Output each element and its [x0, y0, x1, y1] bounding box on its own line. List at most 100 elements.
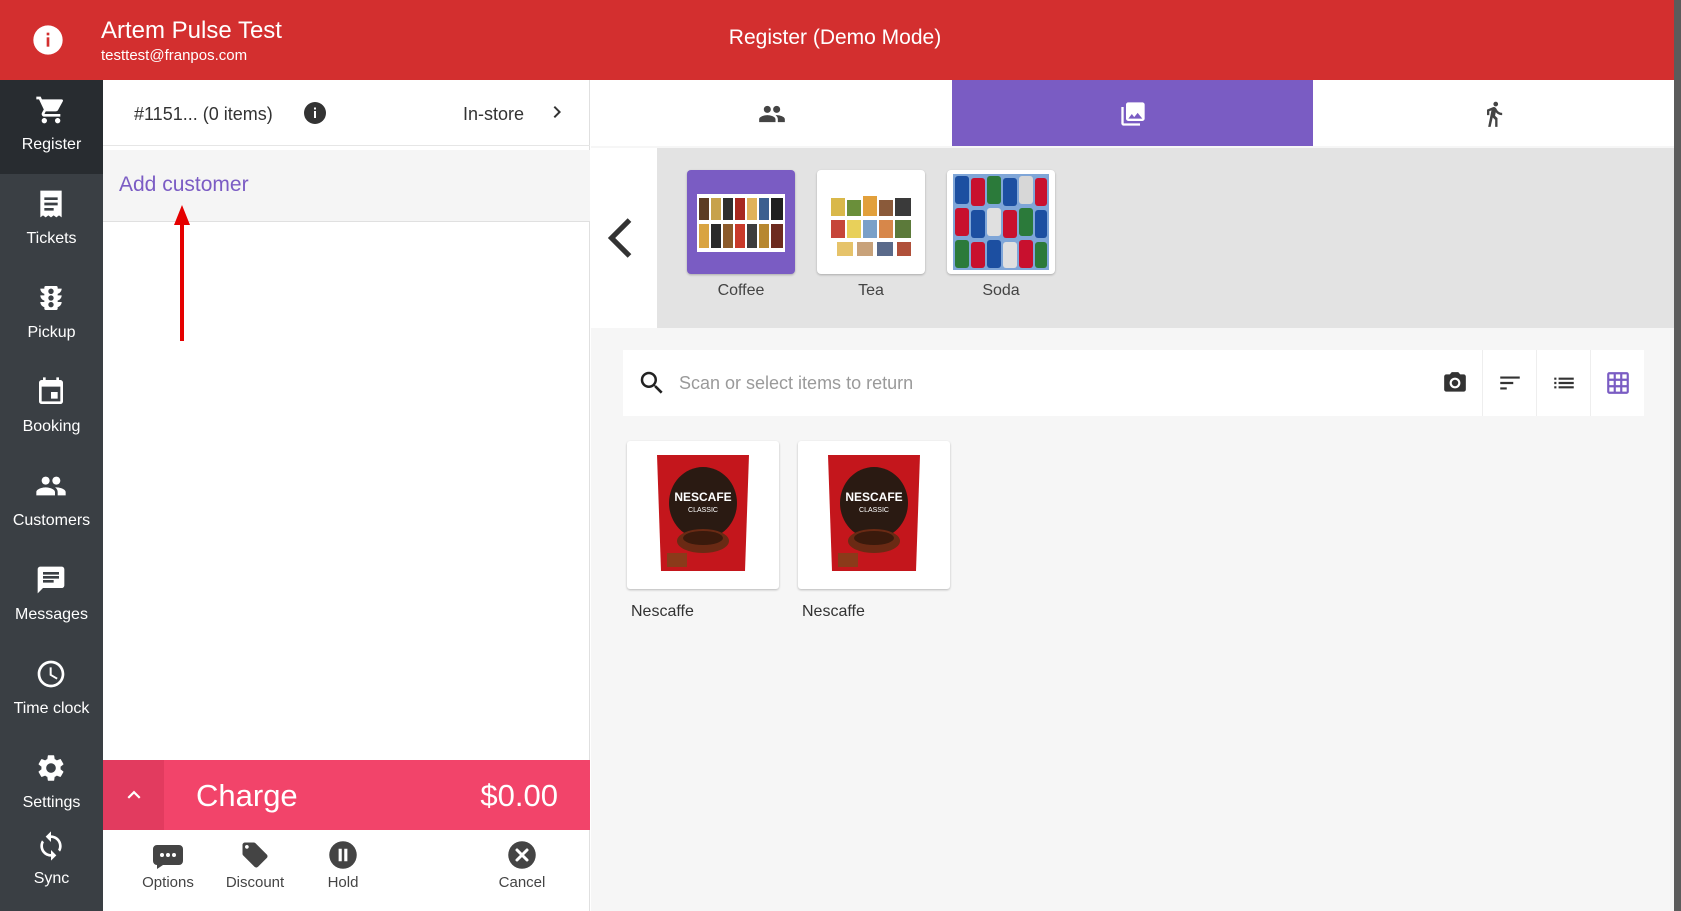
- sidebar-item-pickup[interactable]: Pickup: [0, 268, 103, 362]
- camera-scan-button[interactable]: [1428, 350, 1482, 416]
- people-icon: [36, 476, 66, 496]
- product-thumbnail: NESCAFE CLASSIC: [627, 441, 779, 589]
- photo-library-icon: [1121, 102, 1145, 126]
- category-thumbnail: [947, 170, 1055, 274]
- tag-icon: [242, 842, 268, 868]
- tab-catalog[interactable]: [952, 80, 1313, 146]
- cancel-label: Cancel: [498, 874, 546, 891]
- pause-icon: [329, 841, 357, 869]
- sidebar-item-sync[interactable]: Sync: [0, 820, 103, 911]
- product-label: Nescaffe: [802, 603, 865, 620]
- hold-label: Hold: [327, 874, 359, 891]
- product-card[interactable]: NESCAFE CLASSIC Nescaffe: [798, 441, 950, 621]
- chevron-up-icon: [127, 790, 141, 799]
- sync-icon: [40, 831, 62, 861]
- people-icon: [759, 105, 785, 123]
- ticket-id: #1151... (0 items): [134, 104, 273, 124]
- sidebar-item-label: Tickets: [26, 230, 77, 247]
- receipt-icon: [40, 190, 62, 218]
- product-card[interactable]: NESCAFE CLASSIC Nescaffe: [627, 441, 779, 621]
- ticket-header: #1151... (0 items) In-store: [103, 80, 590, 146]
- category-coffee[interactable]: Coffee: [687, 170, 795, 300]
- sidebar-item-label: Settings: [22, 794, 81, 811]
- category-back-button[interactable]: [591, 148, 657, 328]
- list-icon: [1554, 377, 1574, 389]
- hold-button[interactable]: Hold: [298, 840, 388, 891]
- walking-person-icon: [1487, 101, 1503, 127]
- category-thumbnail: [687, 170, 795, 274]
- sort-button[interactable]: [1482, 350, 1536, 416]
- sidebar-item-time-clock[interactable]: Time clock: [0, 644, 103, 738]
- sidebar-item-booking[interactable]: Booking: [0, 362, 103, 456]
- sidebar-item-label: Time clock: [13, 700, 90, 717]
- category-thumbnail: [817, 170, 925, 274]
- category-tea[interactable]: Tea: [817, 170, 925, 300]
- cart-icon: [36, 96, 64, 124]
- options-button[interactable]: Options: [123, 840, 213, 891]
- charge-label: Charge: [196, 778, 298, 813]
- info-icon[interactable]: [303, 101, 327, 125]
- chevron-left-icon: [607, 218, 632, 258]
- product-thumbnail: NESCAFE CLASSIC: [798, 441, 950, 589]
- camera-icon: [1444, 372, 1466, 392]
- account-info: Artem Pulse Test testtest@franpos.com: [101, 16, 282, 66]
- account-email: testtest@franpos.com: [101, 47, 248, 64]
- category-strip: Coffee Tea Soda: [591, 148, 1674, 328]
- add-customer-label: Add customer: [119, 173, 249, 196]
- account-name: Artem Pulse Test: [101, 17, 282, 44]
- discount-button[interactable]: Discount: [210, 840, 300, 891]
- sidebar-item-label: Register: [21, 136, 82, 153]
- search-bar: [623, 350, 1644, 416]
- ticket-actions: Options Discount Hold Cancel: [103, 830, 590, 911]
- sort-icon: [1500, 376, 1520, 390]
- window-scrollbar[interactable]: [1674, 0, 1681, 911]
- sidebar: Register Tickets Pickup Booking Customer…: [0, 80, 103, 911]
- category-label: Coffee: [717, 282, 765, 299]
- traffic-light-icon: [40, 286, 62, 310]
- sidebar-item-customers[interactable]: Customers: [0, 456, 103, 550]
- gear-icon: [38, 755, 64, 781]
- sidebar-item-register[interactable]: Register: [0, 80, 103, 174]
- sidebar-item-settings[interactable]: Settings: [0, 738, 103, 832]
- cancel-button[interactable]: Cancel: [477, 840, 567, 891]
- calendar-icon: [39, 377, 63, 404]
- svg-text:NESCAFE: NESCAFE: [845, 490, 902, 504]
- order-mode[interactable]: In-store: [463, 104, 524, 125]
- tea-products-image: [831, 196, 911, 256]
- catalog-panel: Coffee Tea Soda Scan or select items to …: [591, 80, 1674, 911]
- sidebar-item-label: Booking: [22, 418, 81, 435]
- category-label: Soda: [982, 282, 1020, 299]
- svg-text:CLASSIC: CLASSIC: [688, 507, 718, 514]
- sidebar-item-label: Messages: [15, 606, 88, 623]
- info-icon[interactable]: [32, 24, 64, 56]
- category-label: Tea: [858, 282, 884, 299]
- coffee-products-image: [697, 194, 785, 252]
- annotation-arrow: [174, 205, 190, 341]
- search-icon: [640, 371, 663, 394]
- category-soda[interactable]: Soda: [947, 170, 1055, 300]
- list-view-button[interactable]: [1536, 350, 1590, 416]
- sidebar-item-label: Pickup: [27, 324, 76, 341]
- sidebar-item-label: Sync: [33, 870, 70, 887]
- tab-walk-in[interactable]: [1313, 80, 1674, 146]
- search-input[interactable]: [679, 364, 1379, 402]
- discount-label: Discount: [225, 874, 285, 891]
- sidebar-item-messages[interactable]: Messages: [0, 550, 103, 644]
- nescafe-pouch-image: NESCAFE CLASSIC: [657, 455, 749, 571]
- view-tabs: [591, 80, 1674, 146]
- grid-view-button[interactable]: [1590, 350, 1644, 416]
- options-label: Options: [142, 874, 194, 891]
- sidebar-item-label: Customers: [12, 512, 91, 529]
- grid-icon: [1607, 372, 1629, 394]
- more-icon: [153, 845, 183, 869]
- product-label: Nescaffe: [631, 603, 694, 620]
- charge-bar[interactable]: Charge $0.00: [103, 760, 590, 830]
- expand-button[interactable]: [103, 760, 164, 830]
- top-bar: Artem Pulse Test testtest@franpos.com Re…: [0, 0, 1681, 80]
- charge-total: $0.00: [480, 778, 558, 813]
- clock-icon: [37, 660, 65, 688]
- sidebar-item-tickets[interactable]: Tickets: [0, 174, 103, 268]
- tab-customers[interactable]: [591, 80, 952, 146]
- svg-text:NESCAFE: NESCAFE: [674, 490, 731, 504]
- chevron-right-icon[interactable]: [545, 100, 569, 124]
